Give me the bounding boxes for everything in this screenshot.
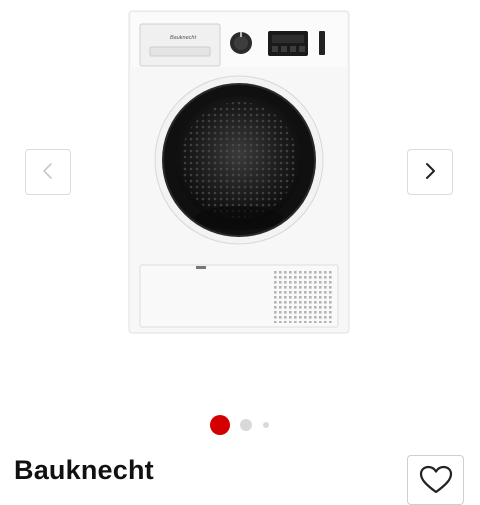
product-image[interactable]: Bauknecht <box>128 10 350 334</box>
wishlist-button[interactable] <box>407 455 464 505</box>
pagination-dot[interactable] <box>263 422 269 428</box>
brand-logo: Bauknecht <box>170 35 196 41</box>
product-brand-title: Bauknecht <box>14 455 154 485</box>
carousel-next-button[interactable] <box>407 149 453 195</box>
carousel-pagination <box>0 414 480 435</box>
pagination-dot-active[interactable] <box>210 415 230 435</box>
chevron-right-icon <box>420 161 440 184</box>
product-gallery: Bauknecht Bauknecht <box>0 0 480 505</box>
chevron-left-icon <box>38 161 58 184</box>
heart-outline-icon <box>419 457 453 503</box>
carousel-prev-button[interactable] <box>25 149 71 195</box>
pagination-dot[interactable] <box>240 419 252 431</box>
